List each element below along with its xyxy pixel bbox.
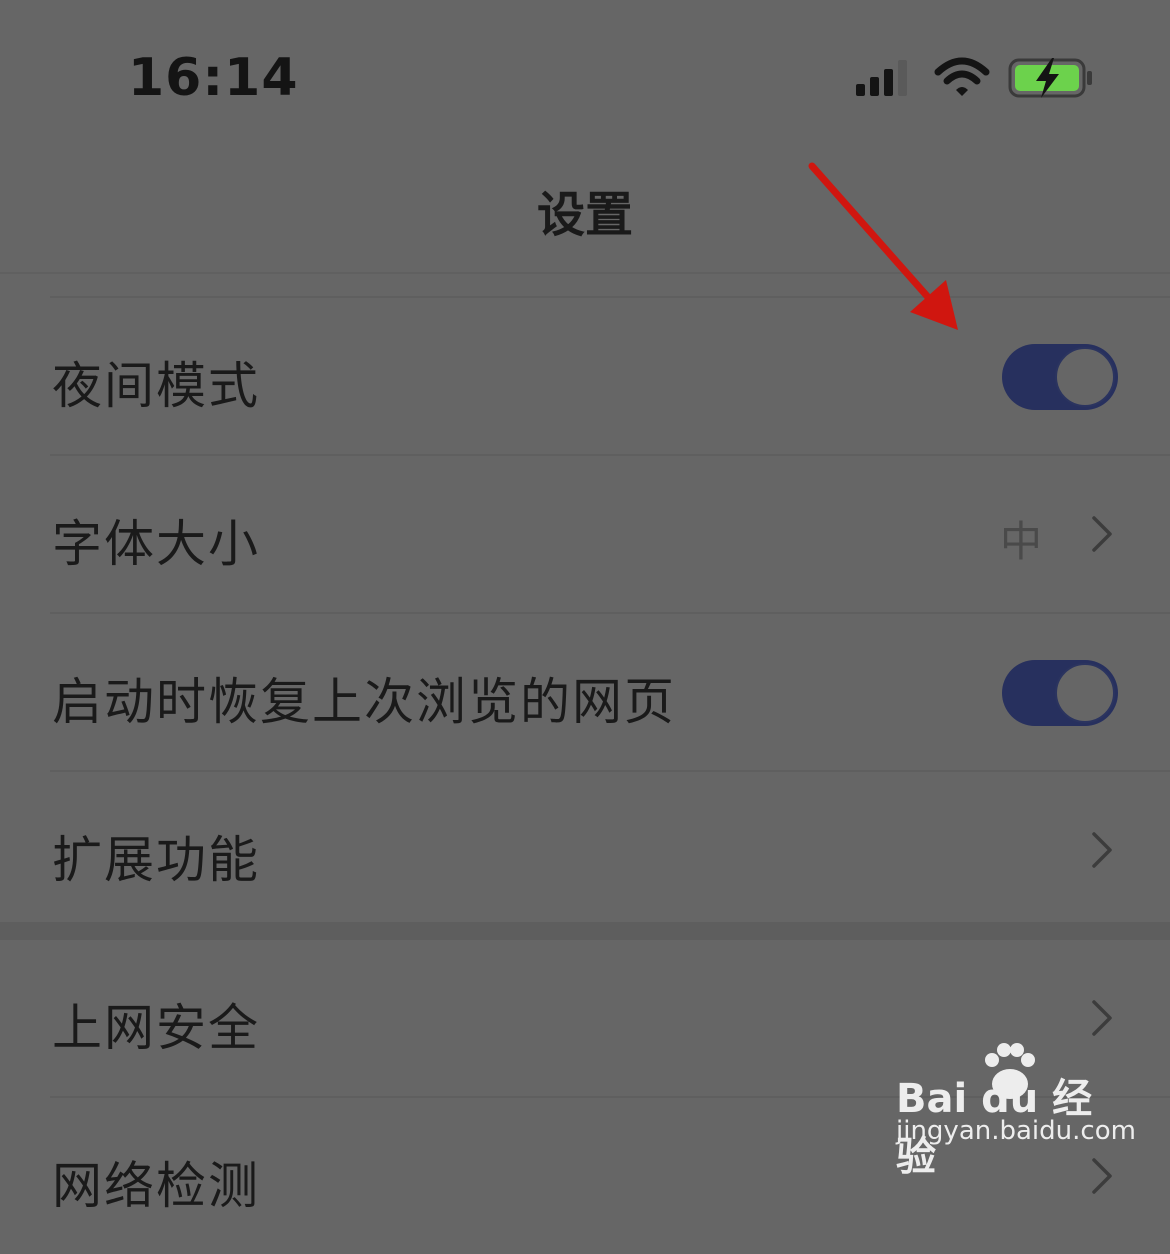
setting-label: 上网安全 [52,999,260,1057]
setting-label: 启动时恢复上次浏览的网页 [52,673,676,731]
status-time: 16:14 [128,48,299,108]
battery-charging-icon [1008,58,1092,98]
status-bar: 16:14 [0,0,1170,140]
nav-divider [0,272,1170,274]
baidu-jingyan-watermark: Bai du 经验 jingyan.baidu.com [896,1042,1136,1180]
chevron-right-icon [1092,516,1112,552]
setting-label: 扩展功能 [52,831,260,889]
setting-label: 网络检测 [52,1157,260,1215]
setting-row-night-mode[interactable]: 夜间模式 [50,296,1170,454]
toggle-knob [1055,663,1115,723]
restore-pages-toggle[interactable] [1002,660,1118,726]
wifi-icon [934,57,990,96]
cellular-signal-icon [856,60,907,96]
settings-group-general: 夜间模式 字体大小 中 启动时恢复上次浏览的网页 扩展功能 [0,296,1170,928]
setting-row-restore-pages[interactable]: 启动时恢复上次浏览的网页 [50,612,1170,770]
setting-label: 字体大小 [52,515,260,573]
font-size-value: 中 [999,517,1042,566]
group-separator [0,922,1170,940]
chevron-right-icon [1092,1000,1112,1036]
watermark-url: jingyan.baidu.com [896,1116,1136,1146]
setting-label: 夜间模式 [52,357,260,415]
toggle-knob [1055,347,1115,407]
chevron-right-icon [1092,832,1112,868]
setting-row-font-size[interactable]: 字体大小 中 [50,454,1170,612]
annotation-arrow-icon [808,162,958,330]
night-mode-toggle[interactable] [1002,344,1118,410]
setting-row-extensions[interactable]: 扩展功能 [50,770,1170,928]
page-title: 设置 [536,187,633,243]
